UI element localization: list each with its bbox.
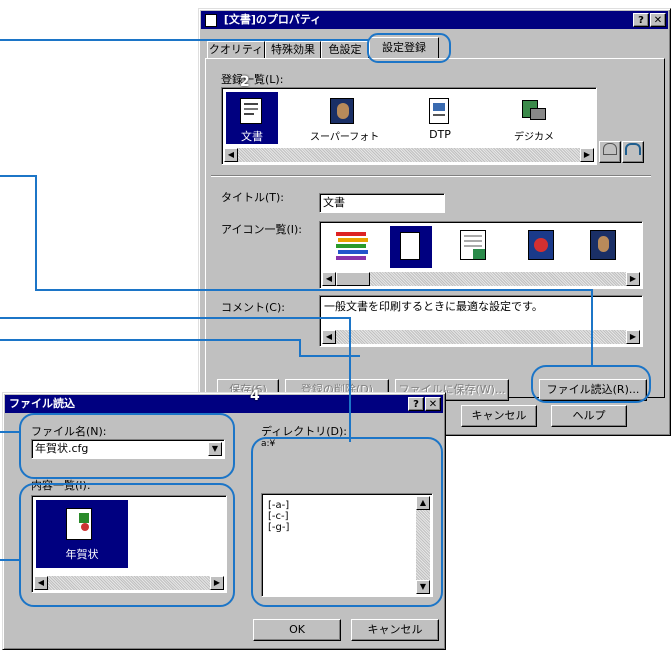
directory-label: ディレクトリ(D): xyxy=(261,425,347,438)
file-load-dialog: ファイル読込 ? ✕ ファイル名(N): 年賀状.cfg ▼ ディレクトリ(D)… xyxy=(2,392,446,650)
help-button[interactable]: ? xyxy=(633,13,649,27)
contents-item-label: 年賀状 xyxy=(65,548,99,561)
arch-icon xyxy=(625,143,641,155)
camera-icon xyxy=(522,100,546,122)
properties-title: [文書]のプロパティ xyxy=(223,13,322,26)
callout-number-4: 4 xyxy=(250,388,260,404)
dir-item[interactable]: [-a-] xyxy=(268,500,289,511)
tab-setting-registration[interactable]: 設定登録 xyxy=(369,37,439,59)
registry-item-label: 文書 xyxy=(241,130,263,143)
chevron-down-icon[interactable]: ▼ xyxy=(208,442,222,456)
directory-scrollbar[interactable]: ▲ ▼ xyxy=(416,496,430,594)
flower-icon[interactable] xyxy=(528,230,554,260)
tab-special-effects[interactable]: 特殊効果 xyxy=(265,41,321,59)
tab-color-settings[interactable]: 色設定 xyxy=(321,41,369,59)
registry-item-document[interactable]: 文書 xyxy=(226,92,278,144)
title-label: タイトル(T): xyxy=(221,191,285,204)
scroll-right-icon[interactable]: ▶ xyxy=(210,576,224,590)
registry-scrollbar[interactable]: ◀ ▶ xyxy=(224,148,594,162)
title-input[interactable]: 文書 xyxy=(319,193,445,213)
house-icon xyxy=(603,143,617,155)
comment-scrollbar[interactable]: ◀ ▶ xyxy=(322,330,640,344)
scroll-left-icon[interactable]: ◀ xyxy=(322,330,336,344)
icon-list[interactable]: ◀ ▶ xyxy=(319,221,643,289)
registry-item-label: DTP xyxy=(429,128,451,141)
app-icon xyxy=(205,13,217,27)
file-load-titlebar: ファイル読込 xyxy=(5,395,443,413)
directory-value: a:¥ xyxy=(261,439,276,449)
filename-value: 年賀状.cfg xyxy=(35,442,89,455)
document-icon-selected[interactable] xyxy=(390,226,432,268)
registry-item-digicam[interactable]: デジカメ xyxy=(504,92,564,144)
scroll-up-icon[interactable]: ▲ xyxy=(416,496,430,510)
contents-list[interactable]: 年賀状 ◀ ▶ xyxy=(31,495,227,593)
directory-list[interactable]: [-a-] [-c-] [-g-] ▲ ▼ xyxy=(261,493,433,597)
dir-item[interactable]: [-g-] xyxy=(268,522,289,533)
file-cancel-button[interactable]: キャンセル xyxy=(351,619,439,641)
comment-text: 一般文書を印刷するときに最適な設定です。 xyxy=(324,300,543,313)
scroll-left-icon[interactable]: ◀ xyxy=(224,148,238,162)
callout-number-2: 2 xyxy=(240,74,250,90)
scroll-left-icon[interactable]: ◀ xyxy=(322,272,336,286)
nengajo-icon xyxy=(66,508,92,540)
scroll-down-icon[interactable]: ▼ xyxy=(416,580,430,594)
scroll-left-icon[interactable]: ◀ xyxy=(34,576,48,590)
registry-item-dtp[interactable]: DTP xyxy=(414,92,466,144)
title-input-value: 文書 xyxy=(323,196,345,209)
contents-scrollbar[interactable]: ◀ ▶ xyxy=(34,576,224,590)
close-button[interactable]: ✕ xyxy=(425,397,441,411)
registry-item-superphoto[interactable]: スーパーフォト xyxy=(310,92,380,144)
rainbow-icon[interactable] xyxy=(336,228,372,264)
scroll-right-icon[interactable]: ▶ xyxy=(626,272,640,286)
contents-label: 内容一覧(I): xyxy=(31,479,91,492)
iconlist-scrollbar[interactable]: ◀ ▶ xyxy=(322,272,640,286)
help-button[interactable]: ? xyxy=(408,397,424,411)
scroll-right-icon[interactable]: ▶ xyxy=(580,148,594,162)
dir-item[interactable]: [-c-] xyxy=(268,511,289,522)
document-icon xyxy=(240,98,262,124)
separator xyxy=(211,175,651,177)
contents-item-nengajo[interactable]: 年賀状 xyxy=(36,500,128,568)
portrait-icon[interactable] xyxy=(590,230,616,260)
help-bottom-button[interactable]: ヘルプ xyxy=(551,405,627,427)
properties-titlebar: [文書]のプロパティ xyxy=(201,11,668,29)
iconlist-label: アイコン一覧(I): xyxy=(221,223,302,236)
file-load-title: ファイル読込 xyxy=(9,397,75,410)
filename-label: ファイル名(N): xyxy=(31,425,107,438)
registry-item-label: スーパーフォト xyxy=(310,132,380,143)
registry-list[interactable]: 文書 スーパーフォト DTP デジカメ ◀ ▶ xyxy=(221,87,597,165)
close-button[interactable]: ✕ xyxy=(650,13,666,27)
scroll-thumb[interactable] xyxy=(336,272,370,286)
dtp-icon xyxy=(429,98,449,124)
properties-dialog: [文書]のプロパティ ? ✕ クオリティ 特殊効果 色設定 設定登録 登録一覧(… xyxy=(198,8,671,436)
scroll-right-icon[interactable]: ▶ xyxy=(626,330,640,344)
spreadsheet-icon[interactable] xyxy=(460,230,486,260)
comment-label: コメント(C): xyxy=(221,301,285,314)
tab-quality[interactable]: クオリティ xyxy=(207,41,265,59)
registry-item-label: デジカメ xyxy=(514,132,554,143)
move-up-button[interactable] xyxy=(599,141,621,163)
ok-button[interactable]: OK xyxy=(253,619,341,641)
registry-label: 登録一覧(L): xyxy=(221,73,284,86)
load-file-button[interactable]: ファイル読込(R)... xyxy=(539,379,647,401)
comment-box[interactable]: 一般文書を印刷するときに最適な設定です。 ◀ ▶ xyxy=(319,295,643,347)
move-down-button[interactable] xyxy=(622,141,644,163)
cancel-button[interactable]: キャンセル xyxy=(461,405,537,427)
filename-combo[interactable]: 年賀状.cfg ▼ xyxy=(31,439,225,459)
photo-icon xyxy=(330,98,354,124)
